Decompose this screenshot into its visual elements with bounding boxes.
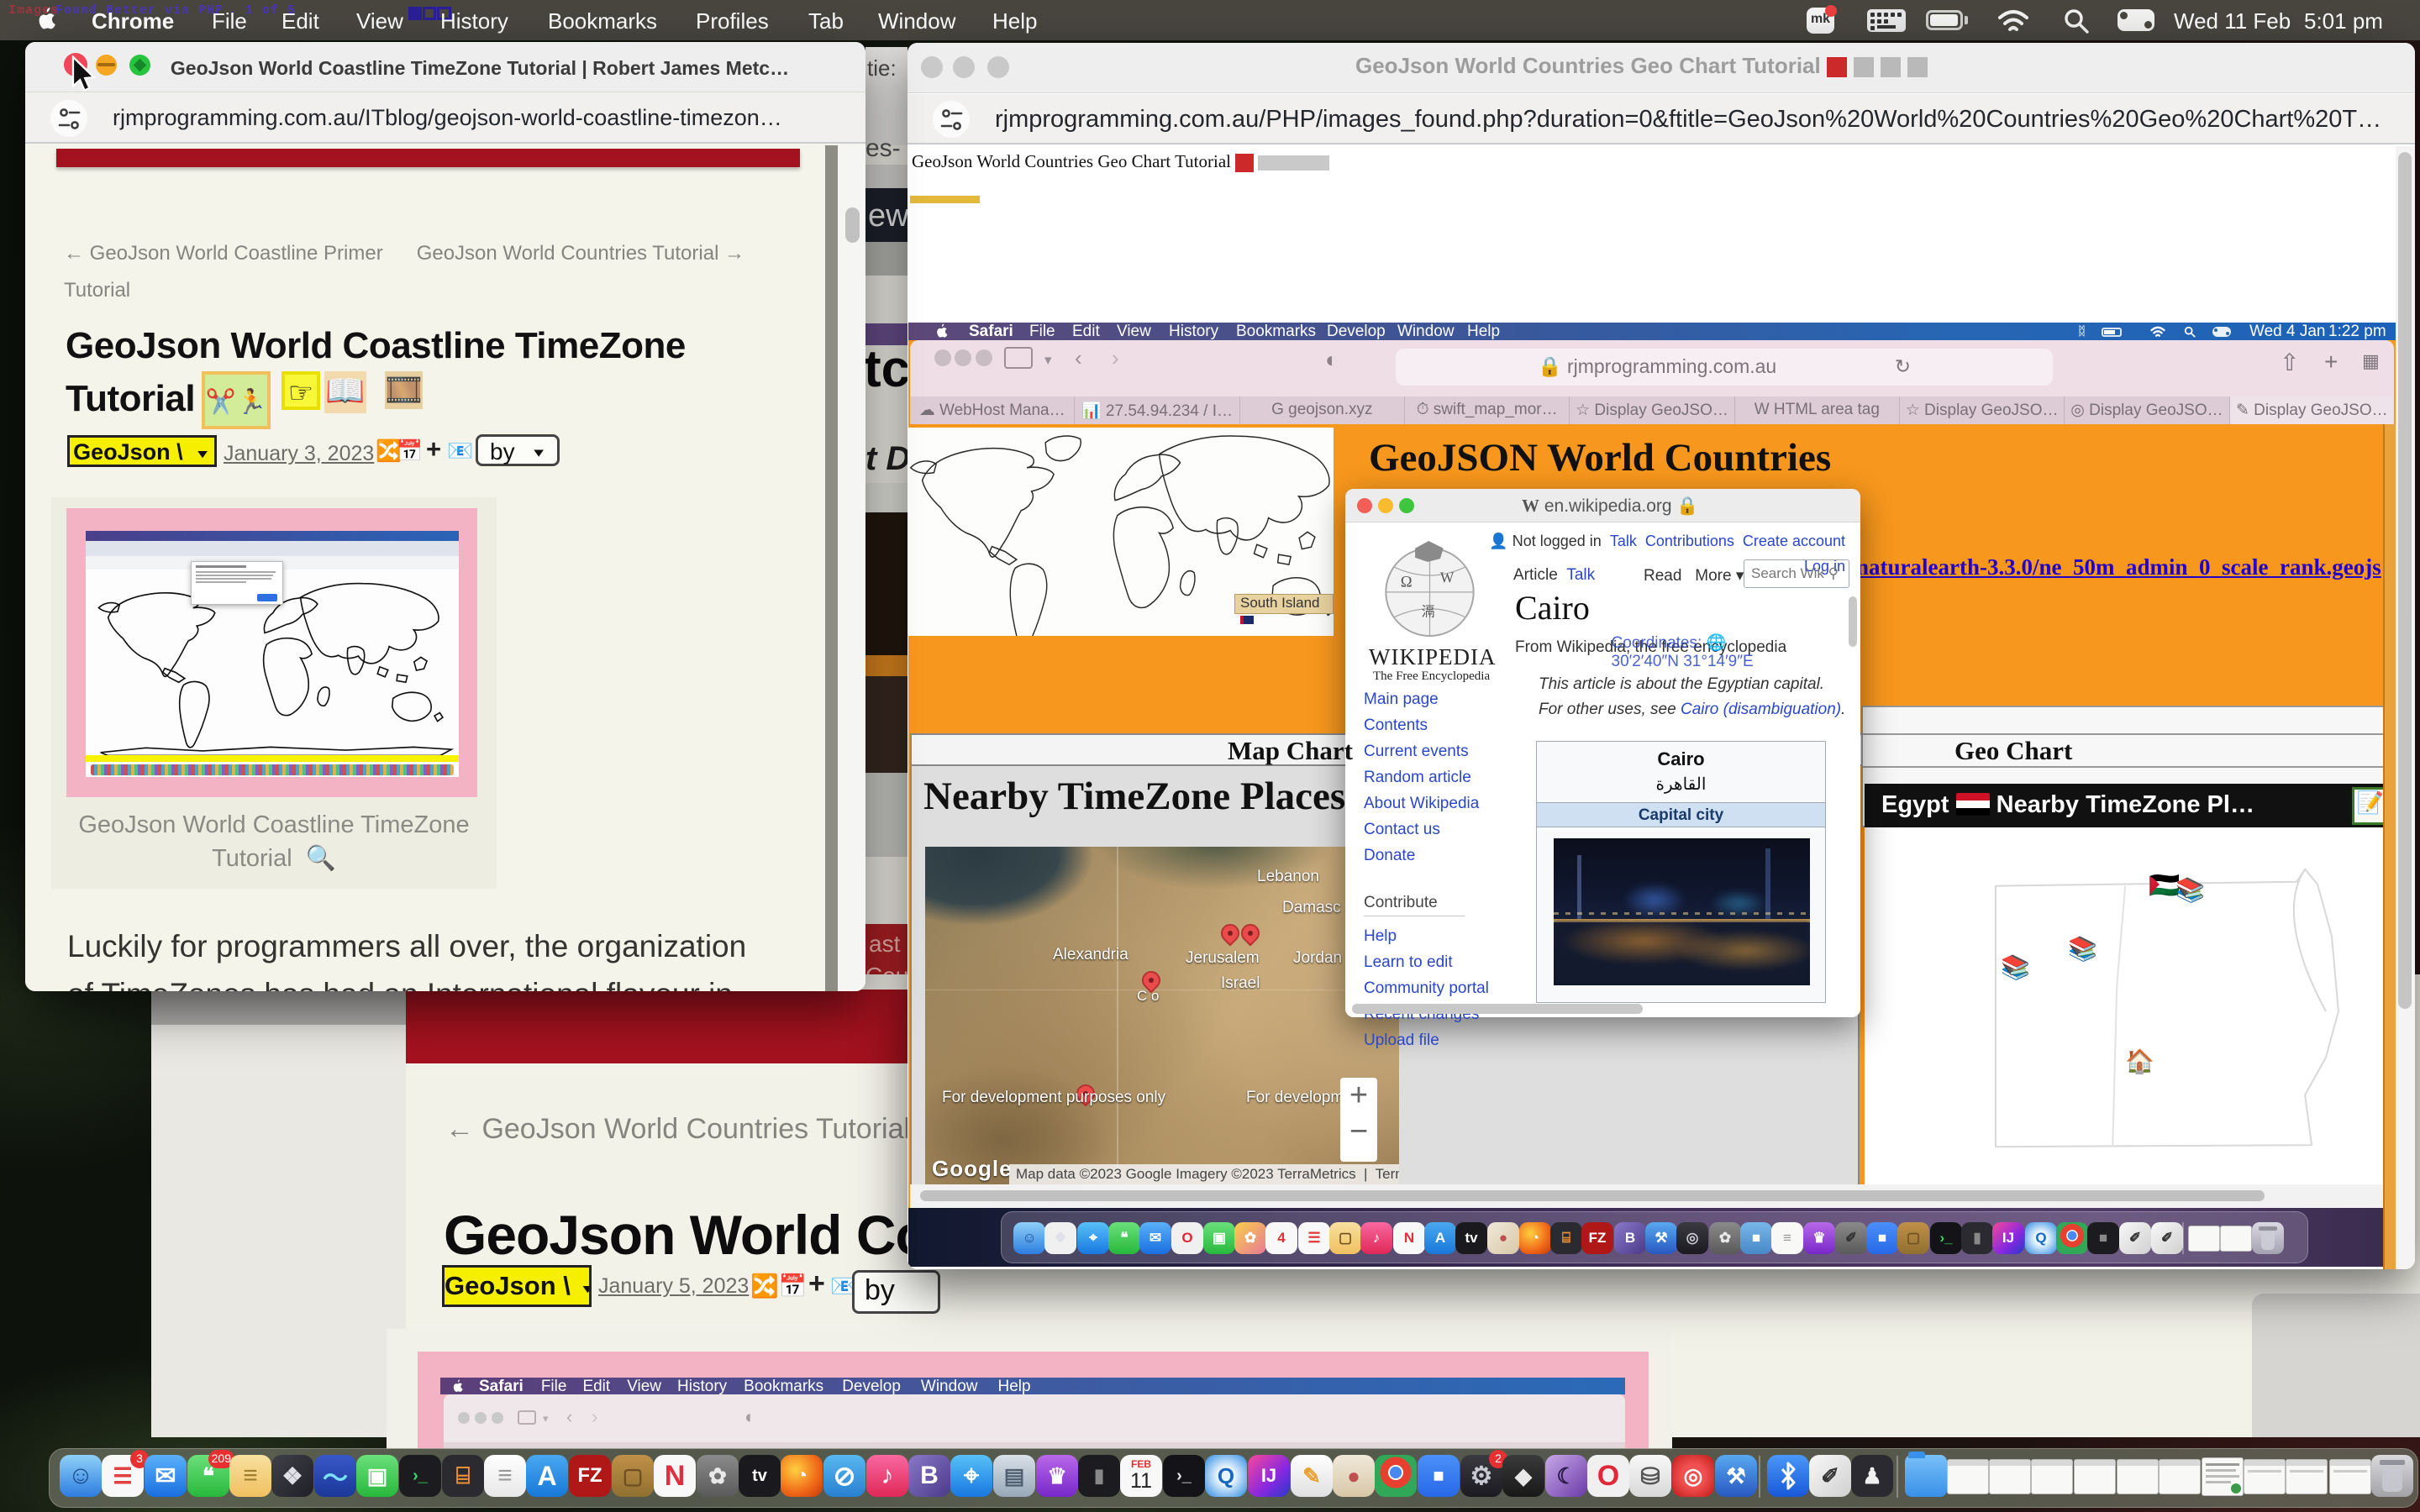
svg-text:W: W [1440,570,1455,586]
svg-text:滆: 滆 [1422,604,1435,619]
svg-text:Ω: Ω [1401,574,1413,591]
